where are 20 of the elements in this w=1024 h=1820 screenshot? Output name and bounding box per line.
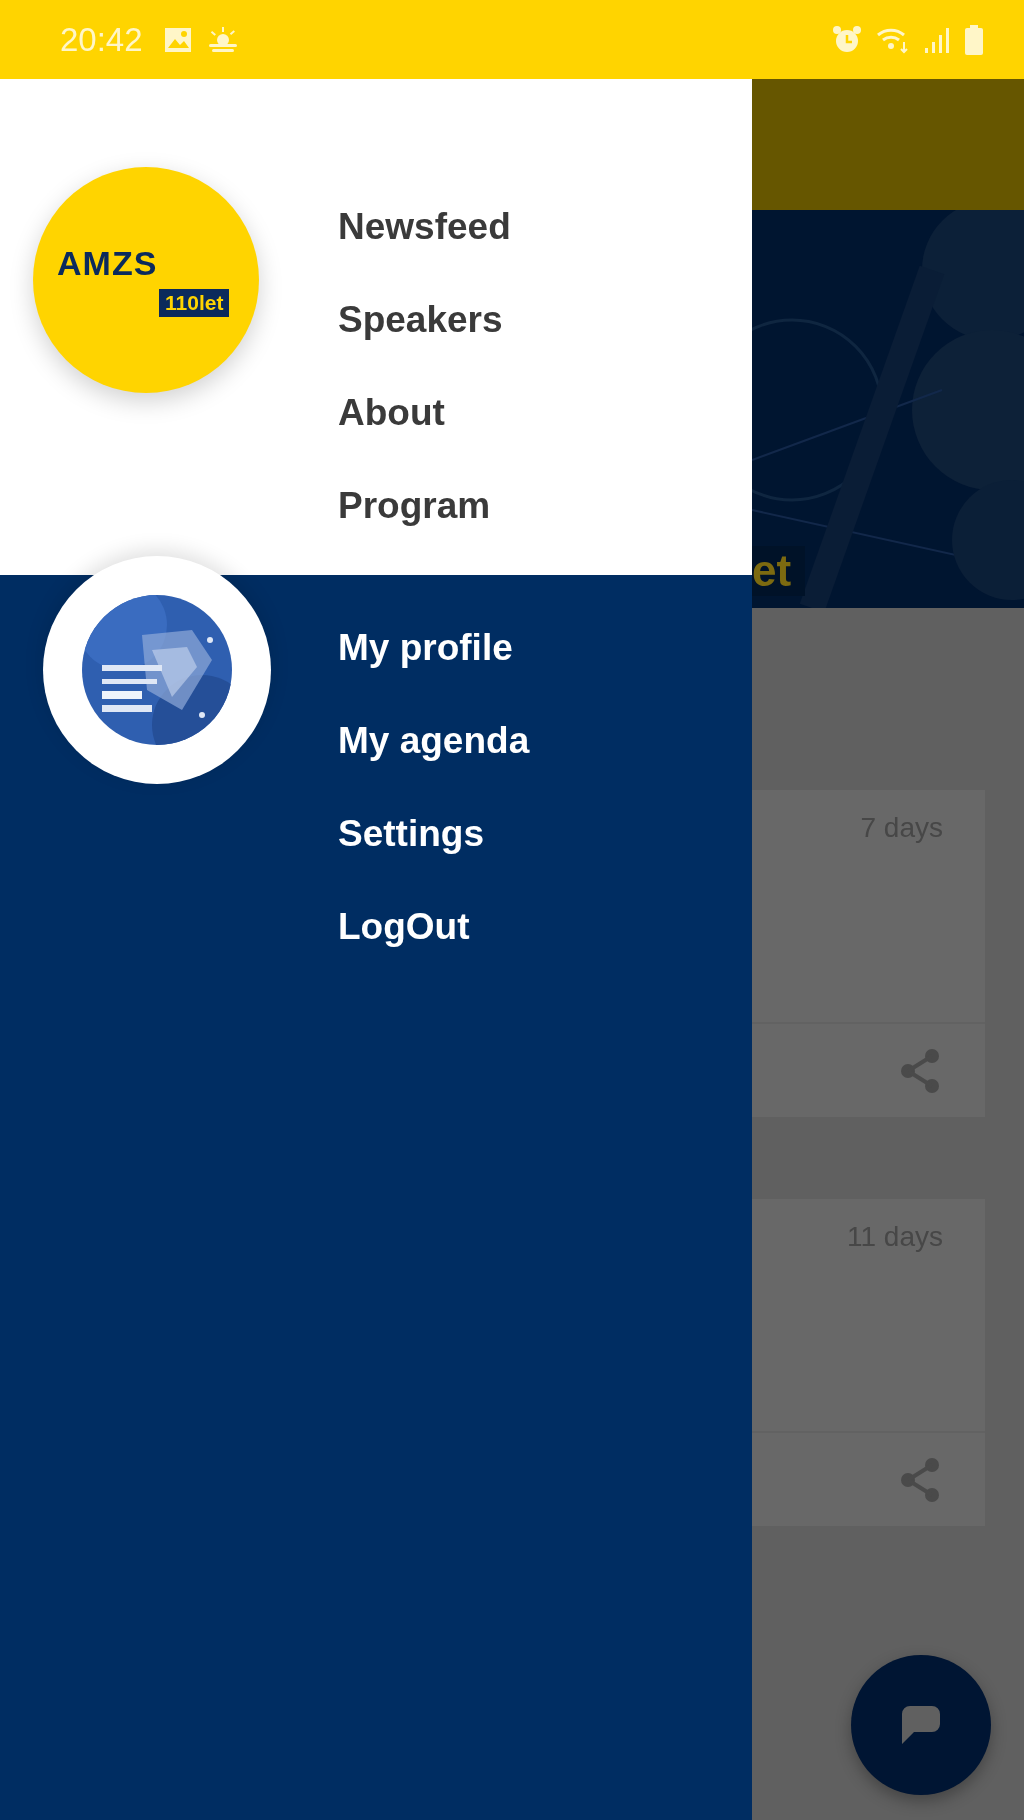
battery-icon: [964, 24, 984, 55]
clock-time: 20:42: [60, 20, 143, 59]
chat-icon: [900, 1704, 942, 1746]
menu-item[interactable]: My agenda: [338, 694, 530, 787]
image-icon: [162, 25, 193, 54]
banner-title: et: [752, 546, 806, 596]
menu-item[interactable]: Program: [338, 459, 491, 552]
signal-icon: [924, 25, 950, 54]
logo-title: AMZS: [57, 243, 158, 283]
menu-item[interactable]: LogOut: [338, 880, 470, 973]
menu-item[interactable]: Speakers: [338, 273, 503, 366]
share-icon[interactable]: [900, 1457, 940, 1502]
menu-item[interactable]: Newsfeed: [338, 180, 511, 273]
alarm-icon: [832, 24, 862, 55]
share-icon[interactable]: [900, 1048, 940, 1093]
menu-item[interactable]: About: [338, 366, 445, 459]
menu-item[interactable]: Settings: [338, 787, 484, 880]
weather-icon: [206, 26, 239, 53]
logo-tag: 110let: [159, 288, 230, 317]
menu-item[interactable]: My profile: [338, 601, 513, 694]
